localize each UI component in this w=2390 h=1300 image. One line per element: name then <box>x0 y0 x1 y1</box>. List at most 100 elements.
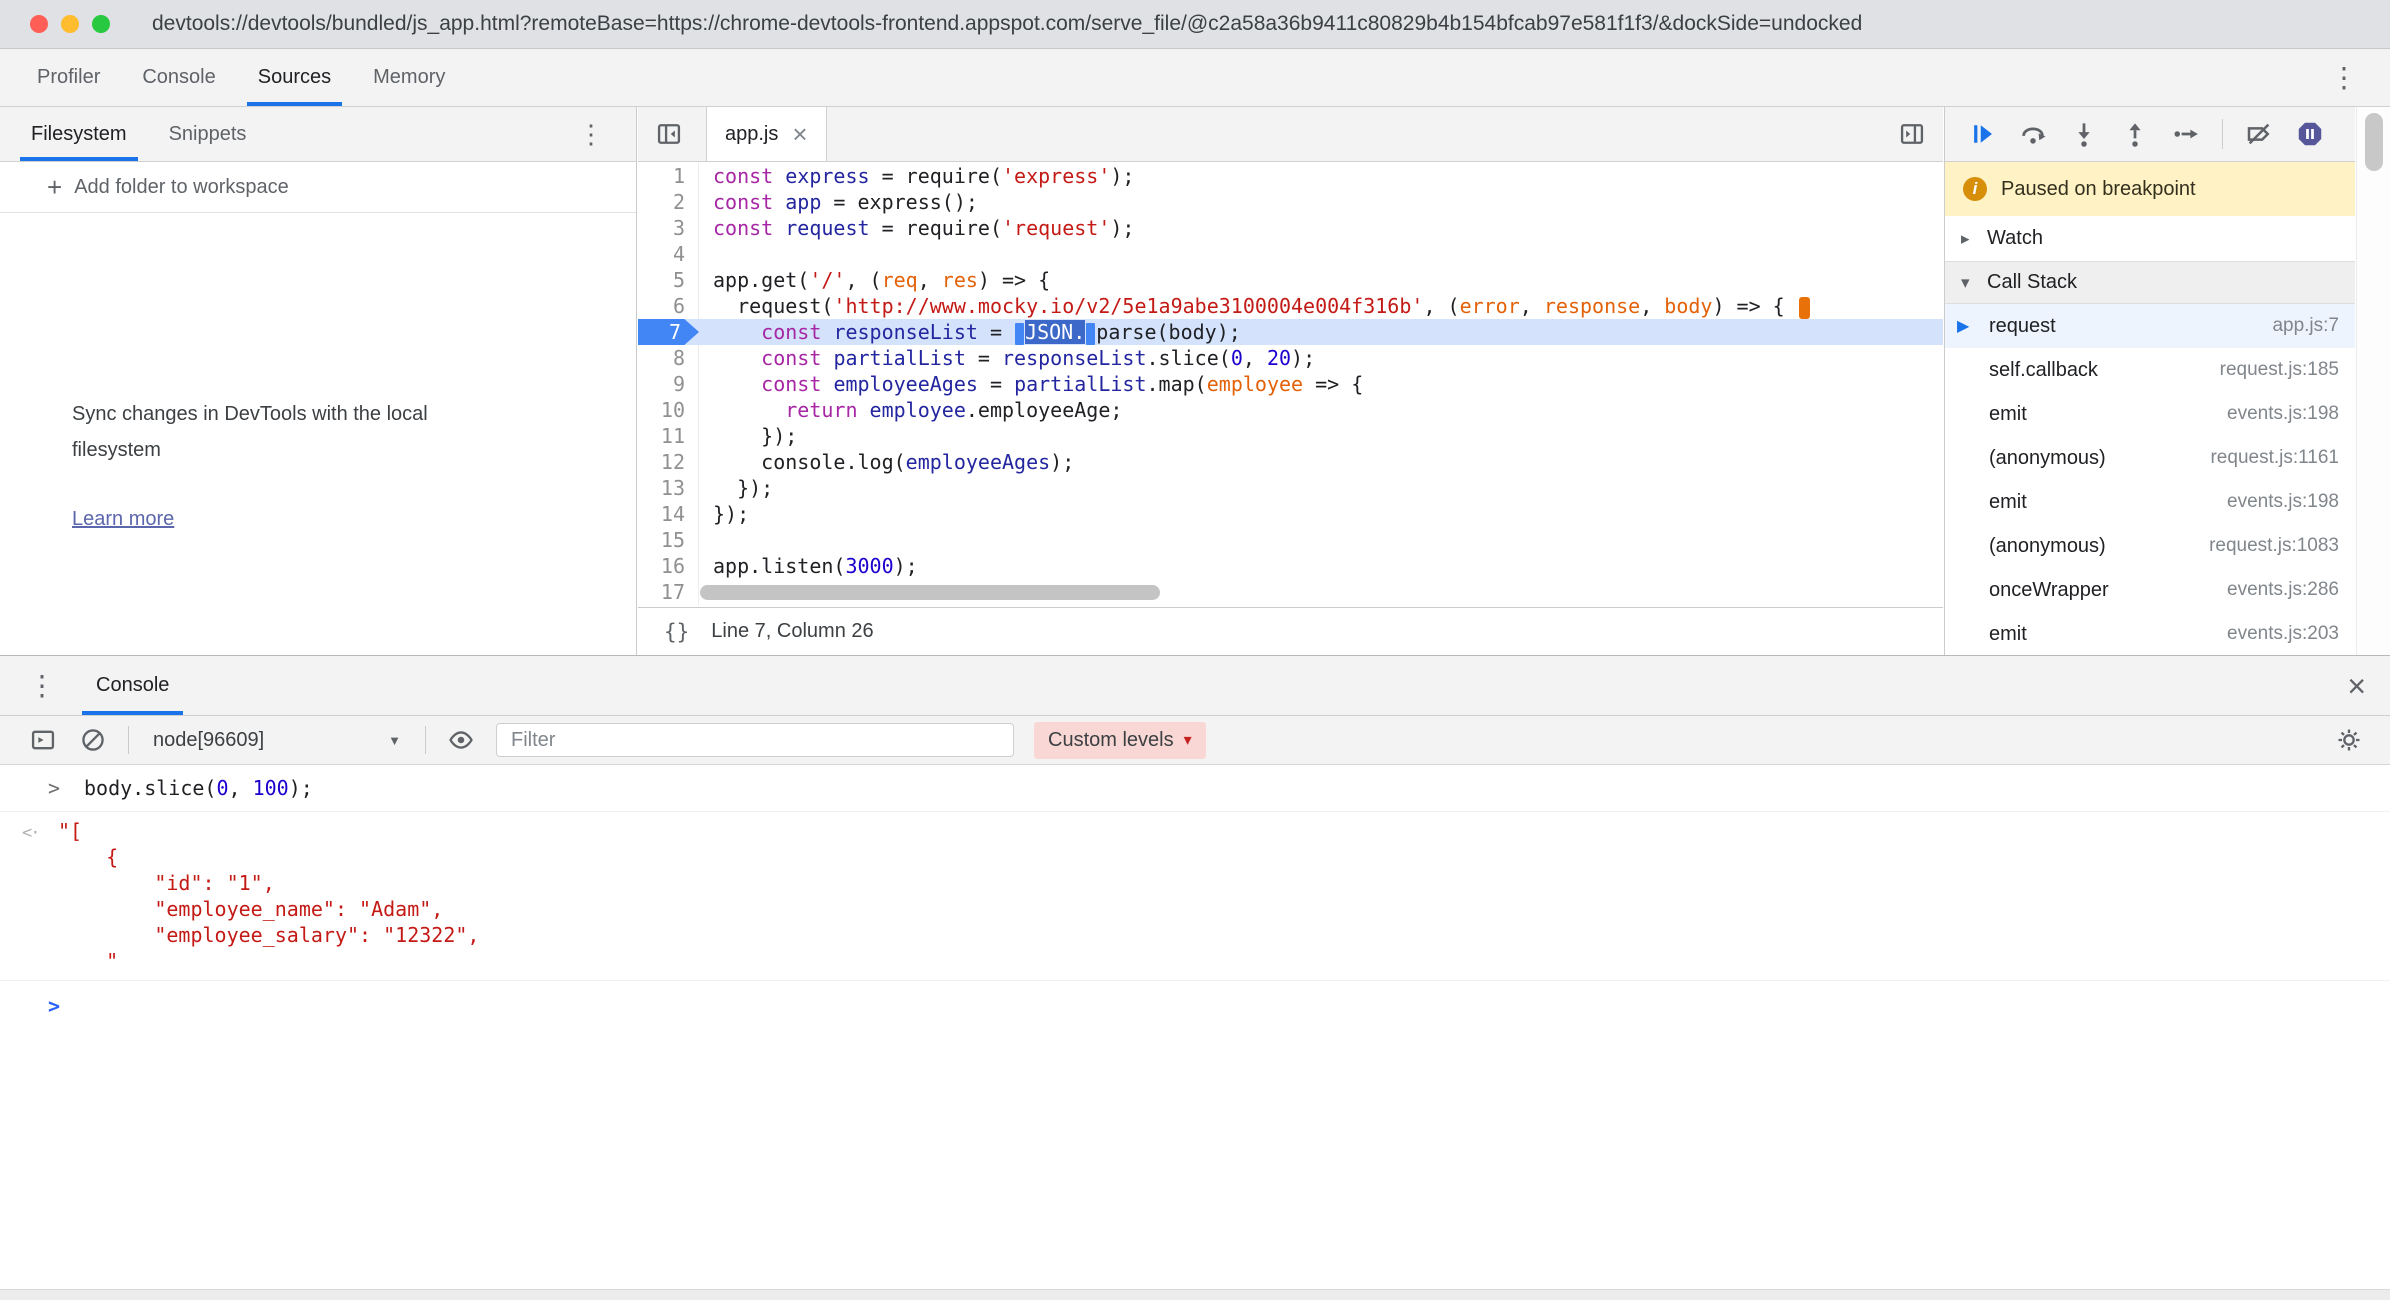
learn-more-link[interactable]: Learn more <box>72 508 174 531</box>
code-line-5[interactable]: 5app.get('/', (req, res) => { <box>638 267 1943 293</box>
code-line-2[interactable]: 2const app = express(); <box>638 189 1943 215</box>
deactivate-breakpoints-button[interactable] <box>2244 119 2274 149</box>
zoom-window-button[interactable] <box>92 15 110 33</box>
call-stack-frame[interactable]: emitevents.js:203 <box>1945 612 2355 655</box>
line-number-9[interactable]: 9 <box>638 371 699 397</box>
code-token: 0 <box>216 776 228 800</box>
code-token <box>773 164 785 188</box>
code-line-4[interactable]: 4 <box>638 241 1943 267</box>
step-button[interactable] <box>2171 119 2201 149</box>
resume-button[interactable] <box>1967 119 1997 149</box>
code-line-6[interactable]: 6 request('http://www.mocky.io/v2/5e1a9a… <box>638 293 1943 319</box>
context-label: node[96609] <box>153 729 264 752</box>
close-drawer-icon[interactable]: × <box>2347 671 2366 701</box>
line-number-13[interactable]: 13 <box>638 475 699 501</box>
code-line-13[interactable]: 13 }); <box>638 475 1943 501</box>
line-number-5[interactable]: 5 <box>638 267 699 293</box>
call-stack-frame[interactable]: self.callbackrequest.js:185 <box>1945 348 2355 392</box>
code-line-16[interactable]: 16app.listen(3000); <box>638 553 1943 579</box>
watch-section-header[interactable]: ▸ Watch <box>1945 216 2355 262</box>
clear-console-icon[interactable] <box>78 725 108 755</box>
frame-function-name: emit <box>1989 403 2227 426</box>
line-number-1[interactable]: 1 <box>638 163 699 189</box>
line-number-14[interactable]: 14 <box>638 501 699 527</box>
close-window-button[interactable] <box>30 15 48 33</box>
tab-console-drawer[interactable]: Console <box>72 656 193 715</box>
code-line-15[interactable]: 15 <box>638 527 1943 553</box>
line-number-4[interactable]: 4 <box>638 241 699 267</box>
window-scrollbar[interactable] <box>2356 107 2390 655</box>
step-over-button[interactable] <box>2018 119 2048 149</box>
code-token: ); <box>894 554 918 578</box>
code-token: , <box>918 268 942 292</box>
sidebar-tab-snippets[interactable]: Snippets <box>148 107 268 161</box>
line-number-3[interactable]: 3 <box>638 215 699 241</box>
line-number-10[interactable]: 10 <box>638 397 699 423</box>
console-drawer: ⋮ Console × node[96609] <box>0 655 2390 1300</box>
line-number-8[interactable]: 8 <box>638 345 699 371</box>
call-stack-frame[interactable]: (anonymous)request.js:1083 <box>1945 524 2355 568</box>
line-number-11[interactable]: 11 <box>638 423 699 449</box>
console-filter-input[interactable] <box>496 723 1014 757</box>
toggle-debugger-sidebar-icon[interactable] <box>1895 117 1929 151</box>
line-number-6[interactable]: 6 <box>638 293 699 319</box>
call-stack-frame[interactable]: ▶requestapp.js:7 <box>1945 304 2355 348</box>
code-editor[interactable]: 1const express = require('express');2con… <box>638 163 1943 607</box>
pause-on-exceptions-button[interactable] <box>2295 119 2325 149</box>
step-into-button[interactable] <box>2069 119 2099 149</box>
code-line-7[interactable]: 7 const responseList = JSON.parse(body); <box>638 319 1943 345</box>
drawer-menu-kebab-icon[interactable]: ⋮ <box>18 669 66 702</box>
code-token: 100 <box>253 776 289 800</box>
call-stack-frame[interactable]: emitevents.js:198 <box>1945 480 2355 524</box>
main-menu-kebab-icon[interactable]: ⋮ <box>2320 61 2368 94</box>
call-stack-frame[interactable]: onceWrapperevents.js:286 <box>1945 568 2355 612</box>
tab-sources[interactable]: Sources <box>237 49 352 106</box>
toggle-navigator-icon[interactable] <box>652 117 686 151</box>
step-out-button[interactable] <box>2120 119 2150 149</box>
minimize-window-button[interactable] <box>61 15 79 33</box>
log-levels-button[interactable]: Custom levels ▾ <box>1034 722 1206 759</box>
line-number-7[interactable]: 7 <box>638 319 699 345</box>
call-stack-frame[interactable]: emitevents.js:198 <box>1945 392 2355 436</box>
scrollbar-thumb[interactable] <box>2365 113 2383 171</box>
console-input[interactable] <box>84 993 2390 1019</box>
toolbar-separator <box>128 726 129 754</box>
code-token: partialList <box>833 346 965 370</box>
close-tab-icon[interactable]: × <box>792 124 807 144</box>
code-line-3[interactable]: 3const request = require('request'); <box>638 215 1943 241</box>
code-line-9[interactable]: 9 const employeeAges = partialList.map(e… <box>638 371 1943 397</box>
pretty-print-icon[interactable]: {} <box>664 620 689 644</box>
line-number-15[interactable]: 15 <box>638 527 699 553</box>
line-number-17[interactable]: 17 <box>638 579 699 605</box>
line-number-16[interactable]: 16 <box>638 553 699 579</box>
editor-horizontal-scrollbar[interactable] <box>700 585 1160 600</box>
tab-console[interactable]: Console <box>121 49 236 106</box>
add-folder-button[interactable]: + Add folder to workspace <box>0 162 636 213</box>
code-line-8[interactable]: 8 const partialList = responseList.slice… <box>638 345 1943 371</box>
code-token <box>713 398 785 422</box>
editor-tab-appjs[interactable]: app.js × <box>706 107 827 161</box>
console-sidebar-toggle-icon[interactable] <box>28 725 58 755</box>
navigator-kebab-icon[interactable]: ⋮ <box>568 119 614 150</box>
code-line-10[interactable]: 10 return employee.employeeAge; <box>638 397 1943 423</box>
line-number-12[interactable]: 12 <box>638 449 699 475</box>
code-line-14[interactable]: 14}); <box>638 501 1943 527</box>
line-number-2[interactable]: 2 <box>638 189 699 215</box>
command-chevron-icon: > <box>24 775 84 801</box>
call-stack-frame[interactable]: (anonymous)request.js:1161 <box>1945 436 2355 480</box>
debugger-sidebar: i Paused on breakpoint ▸ Watch ▾ Call St… <box>1944 107 2355 655</box>
code-line-12[interactable]: 12 console.log(employeeAges); <box>638 449 1943 475</box>
code-line-1[interactable]: 1const express = require('express'); <box>638 163 1943 189</box>
live-expression-eye-icon[interactable] <box>446 725 476 755</box>
sidebar-tab-filesystem[interactable]: Filesystem <box>10 107 148 161</box>
call-stack-section-header[interactable]: ▾ Call Stack <box>1945 262 2355 304</box>
frame-location: request.js:1161 <box>2210 447 2339 469</box>
execution-context-selector[interactable]: node[96609] ▼ <box>149 729 405 752</box>
frame-location: events.js:198 <box>2227 403 2339 425</box>
tab-memory[interactable]: Memory <box>352 49 466 106</box>
code-token: 'express' <box>1002 164 1110 188</box>
console-prompt-row[interactable]: > <box>0 981 2390 1031</box>
settings-gear-icon[interactable] <box>2334 725 2364 755</box>
tab-profiler[interactable]: Profiler <box>16 49 121 106</box>
code-line-11[interactable]: 11 }); <box>638 423 1943 449</box>
